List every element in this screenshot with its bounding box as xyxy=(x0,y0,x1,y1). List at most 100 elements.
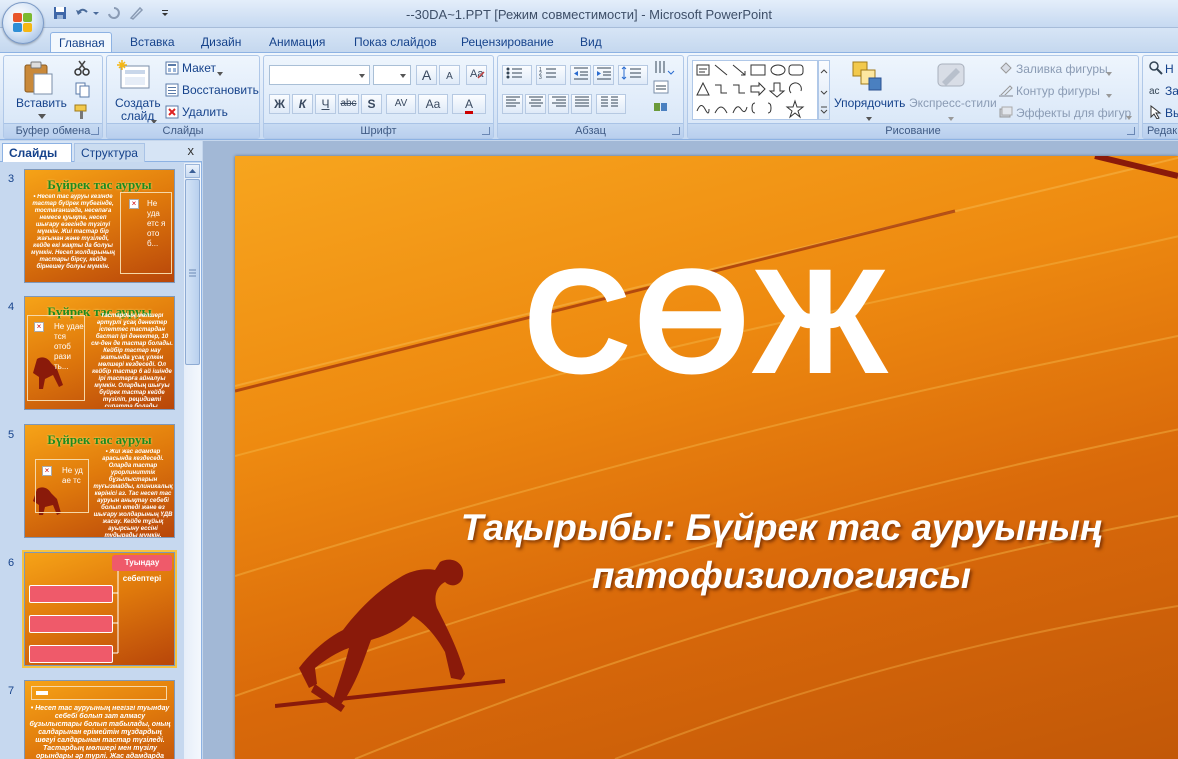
format-painter-icon[interactable] xyxy=(74,104,90,123)
drawing-launcher-icon[interactable] xyxy=(1127,127,1135,135)
scroll-up-icon[interactable] xyxy=(185,164,200,178)
reset-button[interactable]: Восстановить xyxy=(182,83,259,97)
select-icon[interactable] xyxy=(1149,104,1163,122)
slide-thumbnail-6[interactable]: Туындау себептері xyxy=(22,550,177,668)
tab-slides[interactable]: Слайды xyxy=(2,143,72,162)
slide-canvas[interactable]: СӨЖ Тақырыбы: Бүйрек тас ауруының патофи… xyxy=(235,156,1178,759)
delete-slide-icon[interactable] xyxy=(165,105,179,122)
layout-icon[interactable] xyxy=(165,61,179,78)
bullets-button[interactable] xyxy=(502,65,532,85)
replace-button[interactable]: За xyxy=(1165,84,1178,98)
find-button[interactable]: Н xyxy=(1165,62,1174,76)
paste-button[interactable]: Вставить xyxy=(16,96,67,110)
paste-dropdown-icon[interactable] xyxy=(38,109,46,123)
shadow-button[interactable]: S xyxy=(361,94,382,114)
shape-effects-dropdown-icon[interactable] xyxy=(1126,110,1132,124)
shape-outline-dropdown-icon[interactable] xyxy=(1106,88,1112,102)
shape-effects-icon[interactable] xyxy=(998,105,1014,122)
font-launcher-icon[interactable] xyxy=(482,127,490,135)
slide-thumbnail-7[interactable]: • Несеп тас ауруының негізгі туындау себ… xyxy=(24,680,175,759)
font-size-combo[interactable] xyxy=(373,65,411,85)
font-color-button[interactable]: A xyxy=(452,94,486,114)
shapes-scroll-icon[interactable] xyxy=(818,60,830,120)
decrease-indent-button[interactable] xyxy=(570,65,591,85)
scroll-thumb[interactable] xyxy=(185,179,200,365)
slide-thumbnail-4[interactable]: Бүйрек тас ауруы × Не удае тся отоб рази… xyxy=(24,296,175,410)
replace-icon[interactable]: ac xyxy=(1149,83,1163,100)
clipboard-group-label: Буфер обмена xyxy=(4,123,102,138)
shape-fill-dropdown-icon[interactable] xyxy=(1106,66,1112,80)
layout-dropdown-icon[interactable] xyxy=(217,66,223,80)
tab-review[interactable]: Рецензирование xyxy=(453,32,562,52)
slide-title[interactable]: СӨЖ xyxy=(235,246,1178,396)
shape-fill-icon[interactable] xyxy=(998,61,1014,78)
slides-group-label: Слайды xyxy=(107,123,259,138)
tab-slideshow[interactable]: Показ слайдов xyxy=(346,32,445,52)
align-right-button[interactable] xyxy=(548,94,569,114)
quick-styles-button[interactable]: Экспресс-стили xyxy=(909,96,997,110)
tab-outline[interactable]: Структура xyxy=(74,143,145,162)
slide-thumbnail-5[interactable]: Бүйрек тас ауруы × Не уд ае тс • Жиі жас… xyxy=(24,424,175,538)
strikethrough-button[interactable]: abc xyxy=(338,94,359,114)
paste-icon[interactable] xyxy=(22,60,54,99)
group-drawing: Упорядочить Экспресс-стили Заливка фигур… xyxy=(687,55,1139,139)
shape-fill-button[interactable]: Заливка фигуры xyxy=(1016,62,1108,76)
clipboard-launcher-icon[interactable] xyxy=(91,127,99,135)
office-button[interactable] xyxy=(2,2,44,44)
new-slide-icon[interactable] xyxy=(117,60,151,95)
shape-outline-icon[interactable] xyxy=(998,83,1014,100)
select-button[interactable]: Вы xyxy=(1165,106,1178,120)
svg-text:3: 3 xyxy=(539,75,542,80)
increase-indent-button[interactable] xyxy=(593,65,614,85)
columns-button[interactable] xyxy=(596,94,626,114)
bold-button[interactable]: Ж xyxy=(269,94,290,114)
shrink-font-button[interactable]: A xyxy=(439,65,460,85)
tab-animation[interactable]: Анимация xyxy=(261,32,333,52)
font-name-combo[interactable] xyxy=(269,65,370,85)
title-bar: --30DA~1.PPT [Режим совместимости] - Mic… xyxy=(0,0,1178,28)
tab-design[interactable]: Дизайн xyxy=(193,32,249,52)
grow-font-button[interactable]: A xyxy=(416,65,437,85)
thumbnails-scrollbar[interactable] xyxy=(184,163,201,759)
slide-thumbnails: 3 Бүйрек тас ауруы • Несеп тас ауруы кез… xyxy=(0,163,184,759)
clear-formatting-button[interactable]: Aa xyxy=(466,65,487,85)
quick-styles-icon[interactable] xyxy=(934,60,968,97)
change-case-button[interactable]: Aa xyxy=(418,94,448,114)
group-editing: Н ac За Вы Редак xyxy=(1142,55,1178,139)
panel-close-icon[interactable]: x xyxy=(188,143,195,158)
text-direction-icon[interactable] xyxy=(653,59,675,80)
layout-button[interactable]: Макет xyxy=(182,61,216,75)
thumbnail-title: Бүйрек тас ауруы xyxy=(47,177,152,192)
cut-icon[interactable] xyxy=(74,60,90,79)
smartart-icon[interactable] xyxy=(653,100,675,119)
image-placeholder: × Не уда етс я ото б... xyxy=(120,192,172,274)
new-slide-label-1[interactable]: Создать xyxy=(115,96,161,110)
align-center-button[interactable] xyxy=(525,94,546,114)
tab-view[interactable]: Вид xyxy=(572,32,610,52)
align-left-button[interactable] xyxy=(502,94,523,114)
increase-indent-icon xyxy=(596,67,611,80)
shape-outline-button[interactable]: Контур фигуры xyxy=(1016,84,1100,98)
tab-insert[interactable]: Вставка xyxy=(122,32,183,52)
italic-button[interactable]: К xyxy=(292,94,313,114)
justify-button[interactable] xyxy=(571,94,592,114)
paragraph-launcher-icon[interactable] xyxy=(672,127,680,135)
slide-subtitle[interactable]: Тақырыбы: Бүйрек тас ауруының патофизиол… xyxy=(385,504,1178,600)
arrange-icon[interactable] xyxy=(851,60,885,97)
align-text-icon[interactable] xyxy=(653,80,675,99)
underline-button[interactable]: Ч xyxy=(315,94,336,114)
numbering-button[interactable]: 123 xyxy=(536,65,566,85)
reset-icon[interactable] xyxy=(165,83,179,100)
delete-slide-button[interactable]: Удалить xyxy=(182,105,228,119)
arrange-button[interactable]: Упорядочить xyxy=(834,96,905,110)
slide-thumbnail-3[interactable]: Бүйрек тас ауруы • Несеп тас ауруы кезін… xyxy=(24,169,175,283)
shapes-gallery[interactable] xyxy=(692,60,818,120)
copy-icon[interactable] xyxy=(74,82,90,101)
font-group-label: Шрифт xyxy=(264,123,493,138)
tab-home[interactable]: Главная xyxy=(50,32,112,52)
find-icon[interactable] xyxy=(1149,61,1163,78)
line-spacing-button[interactable] xyxy=(618,65,648,85)
new-slide-label-2[interactable]: слайд xyxy=(121,109,154,123)
shape-effects-button[interactable]: Эффекты для фигур xyxy=(1016,106,1131,120)
char-spacing-button[interactable]: AV xyxy=(386,94,416,114)
